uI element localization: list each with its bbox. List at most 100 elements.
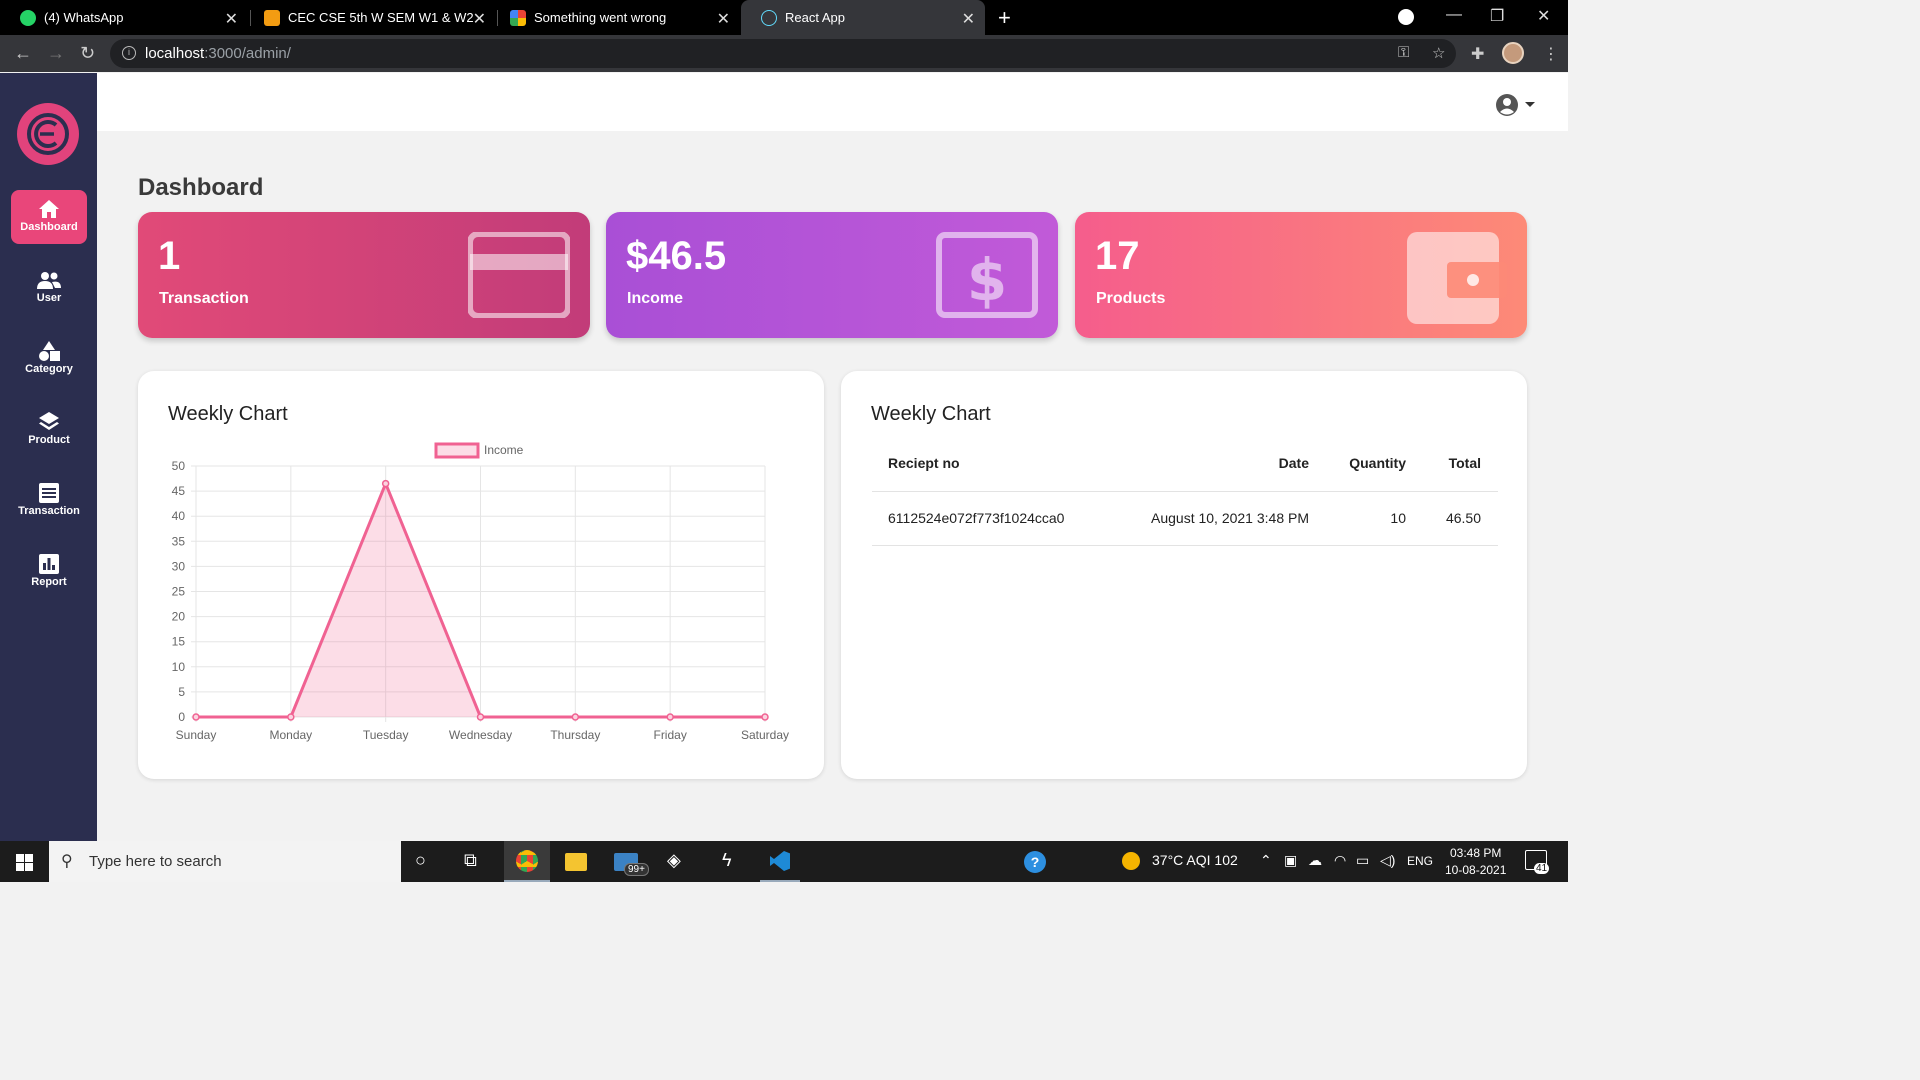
battery-icon[interactable]: ▭ [1356, 852, 1369, 869]
language-indicator[interactable]: ENG [1407, 854, 1433, 868]
whatsapp-icon [20, 9, 36, 26]
close-icon[interactable]: ✕ [225, 9, 238, 29]
tray-app-icon[interactable]: ▣ [1284, 852, 1297, 869]
layers-icon [11, 410, 87, 434]
sidebar-item-product[interactable]: Product [11, 403, 87, 457]
close-icon[interactable]: ✕ [473, 9, 486, 29]
reload-icon[interactable]: ↻ [80, 43, 95, 64]
table-row[interactable]: 6112524e072f773f1024cca0 August 10, 2021… [872, 492, 1498, 546]
stat-card-products[interactable]: 17 Products [1075, 212, 1527, 338]
chrome-icon [516, 850, 538, 872]
home-icon [11, 197, 87, 221]
url-text[interactable]: localhost:3000/admin/ [145, 45, 291, 62]
clock[interactable]: 03:48 PM 10-08-2021 [1445, 845, 1506, 879]
tab-whatsapp[interactable]: (4) WhatsApp ✕ [0, 0, 248, 35]
windows-start-icon[interactable] [16, 854, 33, 871]
restore-button[interactable]: ❐ [1490, 6, 1504, 26]
vscode-taskbar-icon[interactable] [760, 841, 800, 882]
x-tick-label: Sunday [176, 728, 217, 742]
windows-taskbar: ⚲ Type here to search ○ ⧉ 99+ ◈ ϟ ? 37°C… [0, 841, 1568, 882]
panel-title: Weekly Chart [871, 403, 991, 425]
dropbox-icon[interactable]: ◈ [667, 850, 681, 874]
task-view-icon[interactable]: ⧉ [464, 850, 477, 874]
chart-grid: 0 5 10 15 20 25 30 35 40 45 50 Sunday Monday Tuesday W… [172, 459, 789, 742]
sidebar-item-report[interactable]: Report [11, 545, 87, 599]
tab-react-app[interactable]: React App ✕ [741, 0, 985, 35]
sidebar-item-user[interactable]: User [11, 261, 87, 315]
vscode-icon [770, 851, 790, 871]
svg-text:$: $ [967, 246, 1007, 314]
weather-text[interactable]: 37°C AQI 102 [1152, 852, 1238, 868]
bar-chart-icon [11, 552, 87, 576]
app-logo[interactable] [17, 103, 79, 165]
legend-label: Income [484, 443, 524, 457]
column-header-quantity[interactable]: Quantity [1349, 455, 1406, 471]
logo-icon [27, 113, 69, 155]
weekly-income-chart: Income 0 5 10 15 20 25 30 35 40 45 50 Sunday Monday T… [172, 442, 789, 742]
app-icon[interactable]: ϟ [722, 850, 732, 874]
extensions-icon[interactable]: ✚ [1471, 44, 1484, 64]
legend-swatch [434, 442, 480, 459]
profile-dropdown-icon[interactable] [1398, 9, 1414, 25]
user-menu[interactable] [1495, 93, 1537, 117]
y-tick-label: 5 [178, 685, 185, 699]
user-circle-icon [1496, 94, 1518, 116]
menu-icon[interactable]: ⋮ [1543, 44, 1559, 64]
x-tick-label: Saturday [741, 728, 789, 742]
star-icon[interactable]: ☆ [1432, 44, 1445, 62]
onedrive-icon[interactable]: ☁ [1308, 852, 1322, 869]
sidebar-item-category[interactable]: Category [11, 332, 87, 386]
close-icon[interactable]: ✕ [962, 9, 975, 29]
credit-card-icon [468, 232, 570, 318]
stat-value: $46.5 [626, 234, 727, 278]
close-icon[interactable]: ✕ [717, 9, 730, 29]
column-header-date[interactable]: Date [1279, 455, 1309, 471]
tray-overflow-icon[interactable]: ⌃ [1260, 852, 1272, 869]
weekly-table-panel: Weekly Chart Reciept no Date Quantity To… [841, 371, 1527, 779]
y-tick-label: 20 [172, 610, 186, 624]
y-tick-label: 10 [172, 660, 186, 674]
stat-card-income[interactable]: $46.5 Income $ [606, 212, 1058, 338]
data-point [192, 713, 200, 721]
address-bar[interactable]: i localhost:3000/admin/ ⚿ ☆ [110, 39, 1456, 68]
minimize-button[interactable]: — [1446, 6, 1462, 24]
url-host: localhost [145, 45, 205, 62]
help-icon[interactable]: ? [1024, 851, 1046, 873]
y-tick-label: 0 [178, 710, 185, 724]
y-tick-label: 45 [172, 484, 186, 498]
cell-quantity: 10 [1390, 510, 1406, 526]
users-icon [11, 268, 87, 292]
wifi-icon[interactable]: ◠ [1334, 852, 1346, 869]
profile-avatar[interactable] [1502, 42, 1524, 64]
cell-receipt: 6112524e072f773f1024cca0 [888, 510, 1065, 526]
close-window-button[interactable]: ✕ [1537, 6, 1550, 26]
taskbar-search-input[interactable]: ⚲ Type here to search [49, 841, 401, 882]
new-tab-button[interactable]: + [998, 5, 1011, 31]
cortana-icon[interactable]: ○ [415, 850, 426, 874]
sidebar-item-label: Category [25, 363, 73, 375]
list-icon [11, 481, 87, 505]
site-info-icon[interactable]: i [122, 46, 136, 60]
weather-sun-icon[interactable] [1122, 852, 1140, 870]
cell-total: 46.50 [1445, 510, 1481, 526]
chrome-taskbar-icon[interactable] [504, 841, 550, 882]
tab-cec-cse[interactable]: CEC CSE 5th W SEM W1 & W2 ✕ [244, 0, 496, 35]
url-path: :3000/admin/ [204, 45, 291, 62]
file-explorer-icon[interactable] [565, 853, 587, 871]
forward-icon[interactable]: → [47, 43, 65, 64]
back-icon[interactable]: ← [14, 43, 32, 64]
caret-down-icon [1525, 102, 1535, 107]
stat-label: Income [627, 290, 684, 307]
stat-card-transaction[interactable]: 1 Transaction [138, 212, 590, 338]
sidebar-item-dashboard[interactable]: Dashboard [11, 190, 87, 244]
wallet-icon [1407, 232, 1507, 324]
column-header-receipt[interactable]: Reciept no [888, 455, 960, 471]
tab-something-went-wrong[interactable]: Something went wrong ✕ [490, 0, 740, 35]
column-header-total[interactable]: Total [1449, 455, 1481, 471]
sidebar-item-transaction[interactable]: Transaction [11, 474, 87, 528]
chart-legend[interactable]: Income [434, 442, 524, 459]
volume-icon[interactable]: ◁) [1380, 852, 1395, 869]
react-icon [761, 9, 777, 26]
x-tick-label: Tuesday [363, 728, 409, 742]
key-icon[interactable]: ⚿ [1398, 44, 1409, 61]
